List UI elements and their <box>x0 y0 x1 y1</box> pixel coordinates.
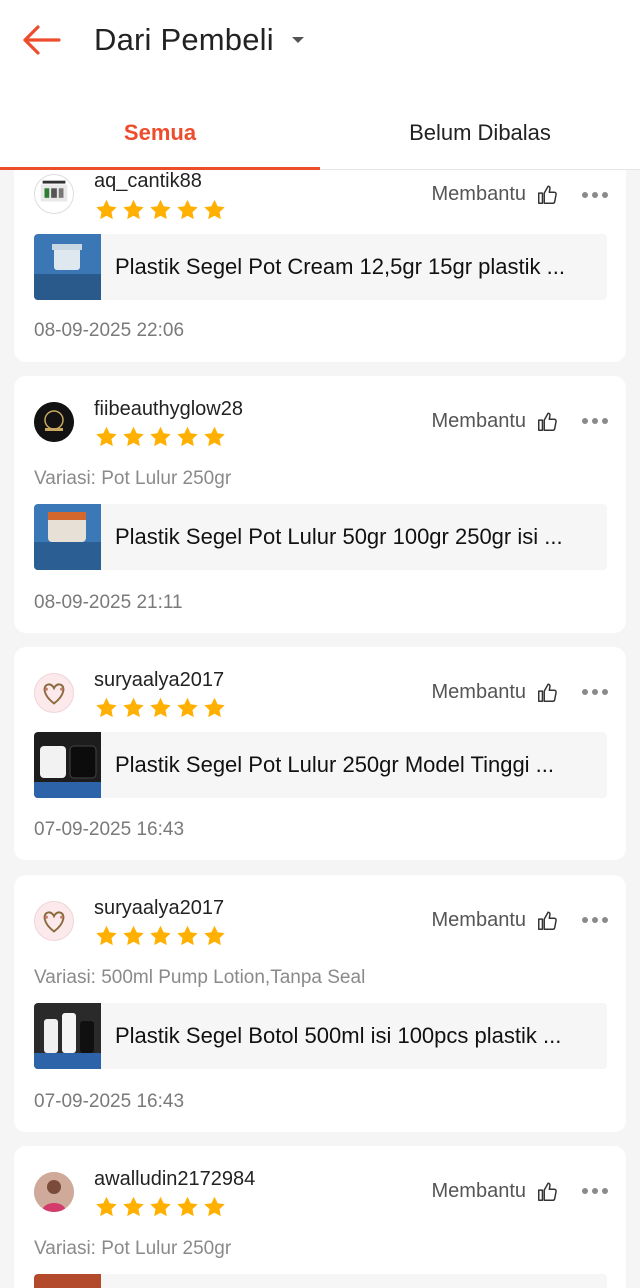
rating-stars <box>94 696 227 720</box>
more-options-button[interactable] <box>582 192 608 198</box>
tab-semua[interactable]: Semua <box>0 100 320 166</box>
helpful-label: Membantu <box>431 909 527 931</box>
helpful-label: Membantu <box>431 681 527 703</box>
product-thumbnail <box>34 1274 101 1288</box>
star-icon <box>148 425 173 449</box>
review-card: suryaalya2017 Membantu Variasi: 500ml Pu… <box>14 875 626 1132</box>
review-card: fiibeauthyglow28 Membantu Variasi: Pot L… <box>14 376 626 633</box>
avatar[interactable] <box>34 673 74 713</box>
more-options-button[interactable] <box>582 418 608 424</box>
reviewer-username: fiibeauthyglow28 <box>94 398 243 420</box>
review-date: 08-09-2025 22:06 <box>34 320 185 341</box>
page-title: Dari Pembeli <box>94 22 274 57</box>
star-icon <box>175 425 200 449</box>
variation-label: Variasi: Pot Lulur 250gr <box>34 1238 232 1259</box>
back-button[interactable] <box>18 20 64 60</box>
avatar[interactable] <box>34 901 74 941</box>
active-tab-indicator <box>0 167 320 170</box>
thumbs-up-icon <box>536 682 558 704</box>
star-icon <box>121 198 146 222</box>
back-arrow-icon <box>23 25 61 55</box>
star-icon <box>121 696 146 720</box>
helpful-button[interactable]: Membantu <box>432 183 559 206</box>
more-options-button[interactable] <box>582 1188 608 1194</box>
thumbs-up-icon <box>536 411 558 433</box>
star-icon <box>202 198 227 222</box>
tab-bar: Semua Belum Dibalas <box>0 100 640 170</box>
product-name: Plastik Segel Pot Lulur 250gr Model Ting… <box>115 752 555 777</box>
thumbs-up-icon <box>536 1181 558 1203</box>
thumbs-up-icon <box>536 910 558 932</box>
product-link[interactable] <box>34 1274 607 1288</box>
variation-label: Variasi: 500ml Pump Lotion,Tanpa Seal <box>34 967 366 988</box>
rating-stars <box>94 924 227 948</box>
top-app-bar: Dari Pembeli Semua Belum Dibalas <box>0 0 640 170</box>
helpful-label: Membantu <box>431 410 527 432</box>
reviewer-username: awalludin2172984 <box>94 1168 256 1190</box>
product-thumbnail <box>34 732 101 798</box>
review-card: suryaalya2017 Membantu Plastik Segel Pot… <box>14 647 626 860</box>
review-card: aq_cantik88 Membantu Plastik Segel Pot C… <box>14 150 626 362</box>
star-icon <box>175 696 200 720</box>
star-icon <box>94 198 119 222</box>
product-link[interactable]: Plastik Segel Pot Lulur 250gr Model Ting… <box>34 732 607 798</box>
rating-stars <box>94 1195 227 1219</box>
rating-stars <box>94 198 227 222</box>
star-icon <box>175 1195 200 1219</box>
star-icon <box>202 1195 227 1219</box>
star-icon <box>148 198 173 222</box>
star-icon <box>94 696 119 720</box>
product-link[interactable]: Plastik Segel Pot Lulur 50gr 100gr 250gr… <box>34 504 607 570</box>
reviewer-username: aq_cantik88 <box>94 170 202 192</box>
review-date: 08-09-2025 21:11 <box>34 592 183 613</box>
product-thumbnail <box>34 504 101 570</box>
product-link[interactable]: Plastik Segel Pot Cream 12,5gr 15gr plas… <box>34 234 607 300</box>
tab-belum-dibalas[interactable]: Belum Dibalas <box>320 100 640 166</box>
star-icon <box>121 425 146 449</box>
product-name: Plastik Segel Pot Cream 12,5gr 15gr plas… <box>115 254 565 279</box>
more-options-button[interactable] <box>582 917 608 923</box>
product-link[interactable]: Plastik Segel Botol 500ml isi 100pcs pla… <box>34 1003 607 1069</box>
more-options-button[interactable] <box>582 689 608 695</box>
title-dropdown[interactable]: Dari Pembeli <box>94 20 304 60</box>
star-icon <box>94 425 119 449</box>
star-icon <box>94 924 119 948</box>
star-icon <box>148 1195 173 1219</box>
avatar[interactable] <box>34 1172 74 1212</box>
avatar[interactable] <box>34 174 74 214</box>
star-icon <box>148 696 173 720</box>
product-name: Plastik Segel Botol 500ml isi 100pcs pla… <box>115 1023 562 1048</box>
helpful-button[interactable]: Membantu <box>432 909 559 932</box>
helpful-button[interactable]: Membantu <box>432 681 559 704</box>
product-thumbnail <box>34 1003 101 1069</box>
review-card: awalludin2172984 Membantu Variasi: Pot L… <box>14 1146 626 1288</box>
caret-down-icon <box>291 37 304 43</box>
helpful-button[interactable]: Membantu <box>432 1180 559 1203</box>
variation-label: Variasi: Pot Lulur 250gr <box>34 468 232 489</box>
helpful-label: Membantu <box>431 1180 527 1202</box>
review-date: 07-09-2025 16:43 <box>34 819 185 840</box>
star-icon <box>202 425 227 449</box>
product-thumbnail <box>34 234 101 300</box>
star-icon <box>202 924 227 948</box>
avatar[interactable] <box>34 402 74 442</box>
star-icon <box>202 696 227 720</box>
helpful-button[interactable]: Membantu <box>432 410 559 433</box>
product-name: Plastik Segel Pot Lulur 50gr 100gr 250gr… <box>115 524 563 549</box>
reviewer-username: suryaalya2017 <box>94 897 225 919</box>
review-date: 07-09-2025 16:43 <box>34 1091 185 1112</box>
star-icon <box>175 924 200 948</box>
star-icon <box>148 924 173 948</box>
star-icon <box>121 1195 146 1219</box>
rating-stars <box>94 425 227 449</box>
star-icon <box>175 198 200 222</box>
star-icon <box>121 924 146 948</box>
reviewer-username: suryaalya2017 <box>94 669 225 691</box>
thumbs-up-icon <box>536 184 558 206</box>
helpful-label: Membantu <box>431 183 527 205</box>
star-icon <box>94 1195 119 1219</box>
